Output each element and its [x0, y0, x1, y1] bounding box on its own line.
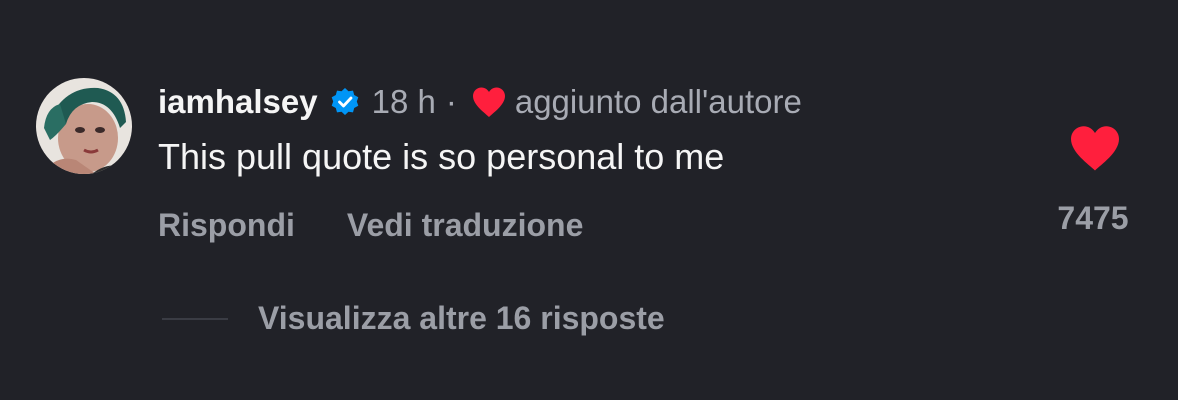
- comment-text: This pull quote is so personal to me: [158, 136, 725, 177]
- timestamp: 18 h: [371, 83, 436, 120]
- avatar-image: [36, 78, 132, 174]
- like-button[interactable]: [1068, 124, 1122, 172]
- heart-filled-icon: [1071, 126, 1119, 171]
- translate-button[interactable]: Vedi traduzione: [347, 207, 583, 244]
- view-replies-label: Visualizza altre 16 risposte: [258, 300, 665, 336]
- like-count: 7475: [1057, 200, 1129, 236]
- replies-divider: [162, 317, 228, 320]
- separator-dot: ·: [445, 83, 457, 120]
- reply-button[interactable]: Rispondi: [158, 207, 295, 244]
- author-liked-label: aggiunto dall'autore: [514, 83, 802, 120]
- username[interactable]: iamhalsey: [158, 83, 318, 121]
- heart-icon: [471, 86, 507, 118]
- comment-actions: Rispondi Vedi traduzione: [158, 207, 583, 244]
- comment: iamhalsey 18 h · aggiunto dall'autore Th…: [0, 0, 1178, 400]
- comment-header: iamhalsey 18 h · aggiunto dall'autore: [158, 80, 802, 124]
- avatar[interactable]: [36, 78, 132, 174]
- verified-badge-icon: [330, 87, 360, 117]
- view-replies-button[interactable]: Visualizza altre 16 risposte: [162, 300, 665, 337]
